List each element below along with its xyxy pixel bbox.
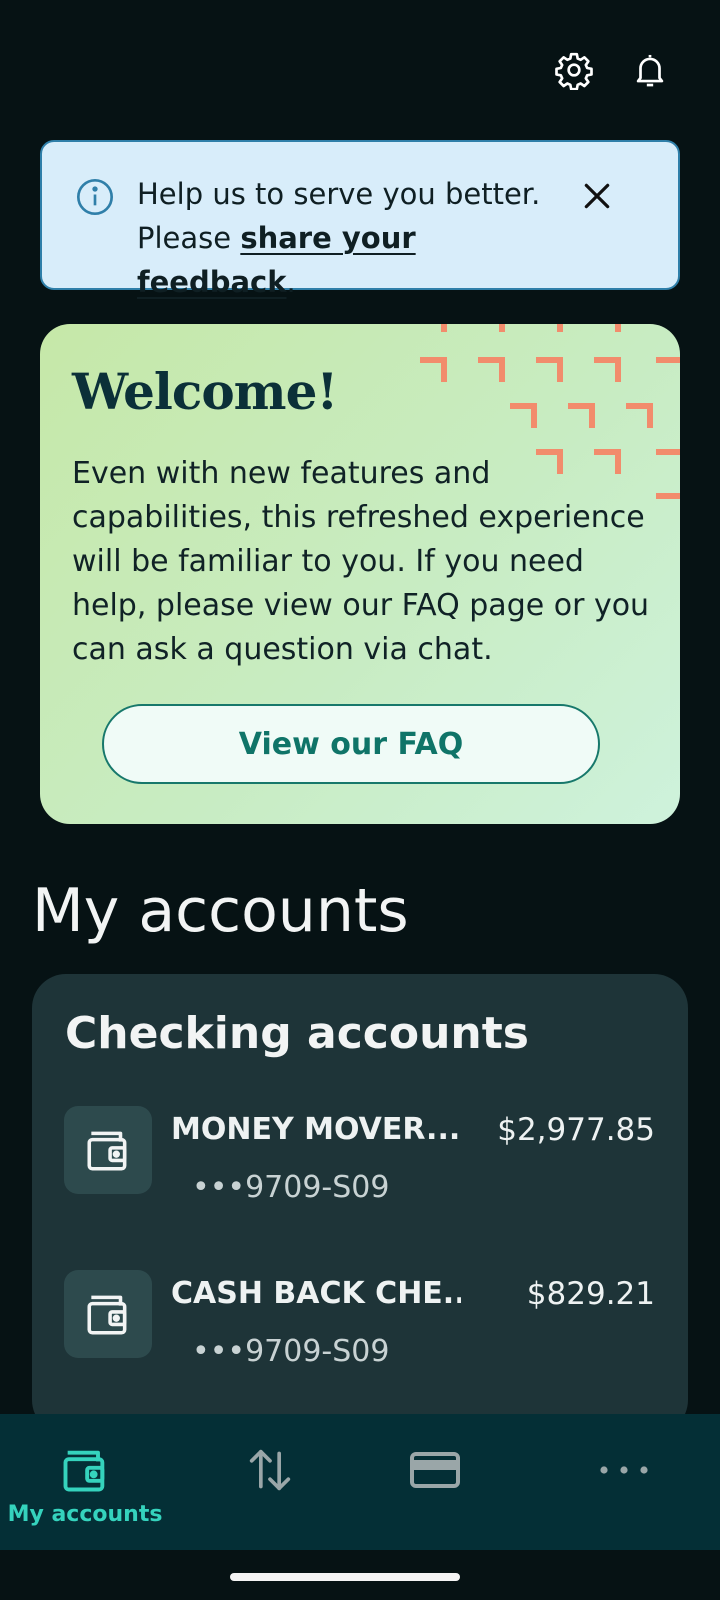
app-screen: Help us to serve you better. Please shar… <box>0 0 720 1600</box>
settings-button[interactable] <box>550 46 598 94</box>
welcome-body: Even with new features and capabilities,… <box>72 456 650 667</box>
nav-my-accounts[interactable]: My accounts <box>7 1414 163 1550</box>
home-indicator[interactable] <box>230 1573 460 1581</box>
account-name: MONEY MOVER... <box>171 1112 461 1147</box>
checking-accounts-card: Checking accounts MONEY MOVER... •••9709… <box>32 974 688 1434</box>
feedback-message: Help us to serve you better. Please shar… <box>137 172 557 304</box>
notifications-button[interactable] <box>626 46 674 94</box>
info-icon <box>77 179 113 215</box>
feedback-prefix: Please <box>137 221 241 255</box>
more-icon <box>596 1444 652 1496</box>
account-name: CASH BACK CHE... <box>171 1276 461 1311</box>
account-row[interactable]: CASH BACK CHE... •••9709-S09 $829.21 <box>32 1270 688 1390</box>
account-number: •••9709-S09 <box>192 1334 390 1369</box>
card-icon <box>407 1444 463 1496</box>
welcome-card: Welcome! Even with new features and capa… <box>40 324 680 824</box>
nav-cards[interactable] <box>405 1414 465 1550</box>
bottom-navigation: My accounts <box>0 1414 720 1550</box>
wallet-icon <box>57 1444 113 1496</box>
account-balance: $2,977.85 <box>497 1112 655 1148</box>
transfer-icon <box>242 1444 298 1496</box>
gear-icon <box>555 52 593 90</box>
welcome-title: Welcome! <box>72 362 338 421</box>
feedback-banner: Help us to serve you better. Please shar… <box>40 140 680 299</box>
close-banner-button[interactable] <box>575 174 619 218</box>
bell-icon <box>636 54 664 87</box>
checking-accounts-title: Checking accounts <box>65 1008 529 1059</box>
account-number: •••9709-S09 <box>192 1170 390 1205</box>
nav-transfer[interactable] <box>240 1414 300 1550</box>
feedback-line1: Help us to serve you better. <box>137 177 541 211</box>
my-accounts-heading: My accounts <box>32 876 409 946</box>
account-balance: $829.21 <box>526 1276 655 1312</box>
feedback-suffix: . <box>286 265 296 299</box>
view-faq-button[interactable]: View our FAQ <box>102 704 600 784</box>
nav-more[interactable] <box>594 1414 654 1550</box>
close-icon <box>584 183 610 209</box>
wallet-icon <box>64 1106 152 1194</box>
account-row[interactable]: MONEY MOVER... •••9709-S09 $2,977.85 <box>32 1106 688 1226</box>
wallet-icon <box>64 1270 152 1358</box>
nav-label: My accounts <box>7 1502 163 1527</box>
